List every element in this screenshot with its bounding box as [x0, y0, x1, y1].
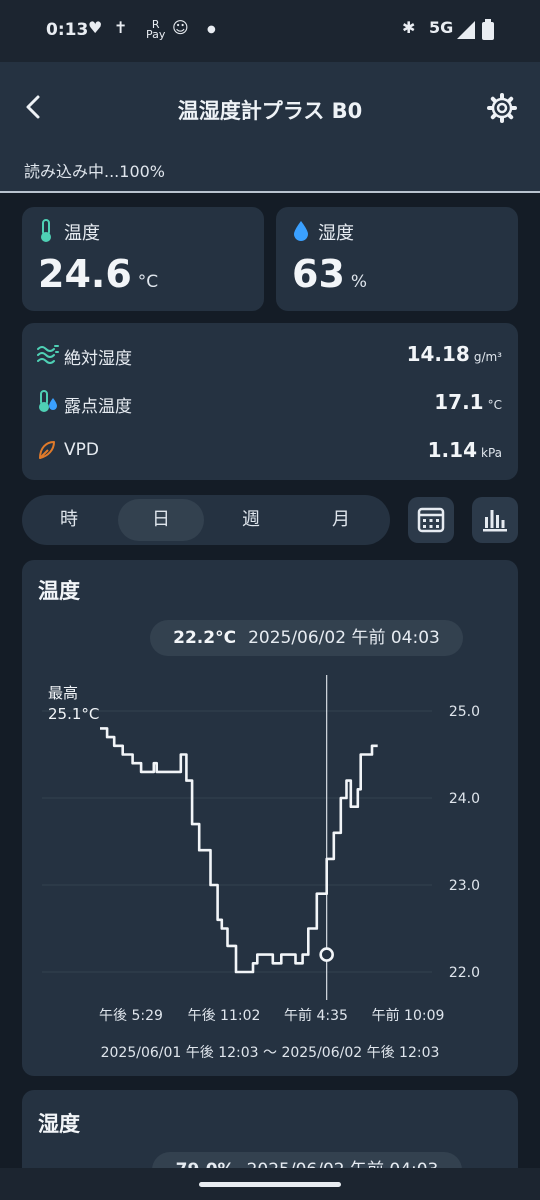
- thermometer-icon: [41, 219, 51, 242]
- calendar-icon: [417, 507, 445, 533]
- dewpoint-icon: [39, 390, 57, 412]
- y-tick-label: 22.0: [449, 965, 480, 981]
- chart-y-ticks: 25.0 24.0 23.0 22.0: [449, 704, 480, 981]
- leaf-icon: [39, 441, 55, 459]
- humidity-value: 63: [292, 252, 345, 296]
- humidity-unit: %: [350, 272, 368, 292]
- dew-point-value: 17.1: [434, 390, 484, 414]
- selected-point[interactable]: [319, 947, 334, 962]
- tooltip-value: 22.2°C: [173, 628, 237, 648]
- vpd-unit: kPa: [481, 446, 502, 460]
- tooltip-time: 2025/06/02 午前 04:03: [248, 628, 440, 648]
- signal-icon: [457, 21, 475, 39]
- dew-point-label: 露点温度: [64, 397, 132, 417]
- figure-icon: ✝: [114, 18, 128, 37]
- network-label: 5G: [429, 18, 454, 37]
- temperature-value: 24.6: [38, 252, 132, 296]
- max-value: 25.1°C: [48, 705, 99, 723]
- droplet-icon: [294, 221, 308, 241]
- vpd-reading: 1.14 kPa: [428, 438, 502, 462]
- tab-week[interactable]: 週: [208, 495, 294, 545]
- vpd-value: 1.14: [427, 438, 477, 462]
- status-time: 0:13: [46, 20, 89, 40]
- humidity-label: 湿度: [318, 223, 354, 244]
- home-handle[interactable]: [199, 1182, 341, 1187]
- absolute-humidity-unit: g/m³: [473, 350, 502, 364]
- dew-point-reading: 17.1 °C: [434, 390, 502, 414]
- max-label: 最高: [48, 684, 78, 702]
- humidity-reading: 63%: [292, 252, 367, 296]
- progress-line: [0, 191, 540, 193]
- loading-status: 読み込み中...100%: [24, 162, 166, 181]
- waves-icon: [37, 345, 59, 364]
- chart-title: 温度: [38, 579, 80, 603]
- absolute-humidity-reading: 14.18 g/m³: [407, 342, 502, 366]
- gear-icon[interactable]: [486, 92, 518, 124]
- battery-icon: [482, 19, 494, 40]
- y-tick-label: 23.0: [449, 878, 480, 894]
- dew-point-unit: °C: [487, 398, 502, 412]
- temperature-unit: °C: [137, 272, 159, 292]
- bar-chart-icon: [483, 510, 507, 532]
- absolute-humidity-value: 14.18: [406, 342, 470, 366]
- tab-day[interactable]: 日: [118, 499, 204, 541]
- dot-icon: ●: [207, 24, 216, 35]
- chart-tooltip: 22.2°C 2025/06/02 午前 04:03: [150, 620, 463, 656]
- temperature-series-line: [100, 727, 378, 974]
- vpd-label: VPD: [64, 440, 99, 460]
- absolute-humidity-label: 絶対湿度: [64, 349, 132, 369]
- x-tick-label: 午後 11:02: [188, 1008, 261, 1024]
- tab-hour[interactable]: 時: [26, 495, 112, 545]
- x-tick-label: 午前 10:09: [372, 1007, 445, 1024]
- temperature-label: 温度: [64, 223, 100, 244]
- chart-x-ticks: 午後 5:29 午後 11:02 午前 4:35 午前 10:09: [99, 1007, 444, 1024]
- chart-range: 2025/06/01 午後 12:03 〜 2025/06/02 午後 12:0…: [101, 1045, 440, 1061]
- cat-icon: ☺: [172, 18, 189, 37]
- y-tick-label: 24.0: [449, 791, 480, 807]
- humidity-chart-title: 湿度: [38, 1112, 80, 1136]
- page-title: 温湿度計プラス B0: [177, 99, 363, 123]
- y-tick-label: 25.0: [449, 704, 480, 720]
- rpay-icon: R Pay: [146, 18, 166, 41]
- heart-icon: ♥: [88, 18, 103, 37]
- x-tick-label: 午前 4:35: [284, 1007, 348, 1024]
- period-tab-bar: 時 日 週 月: [22, 495, 390, 545]
- chart-gridlines: [42, 710, 432, 973]
- bluetooth-icon: ✱: [402, 18, 416, 37]
- temperature-reading: 24.6 °C: [38, 252, 158, 296]
- calendar-button[interactable]: [408, 497, 454, 543]
- x-tick-label: 午後 5:29: [99, 1008, 163, 1024]
- chart-type-button[interactable]: [472, 497, 518, 543]
- tab-month[interactable]: 月: [298, 495, 384, 545]
